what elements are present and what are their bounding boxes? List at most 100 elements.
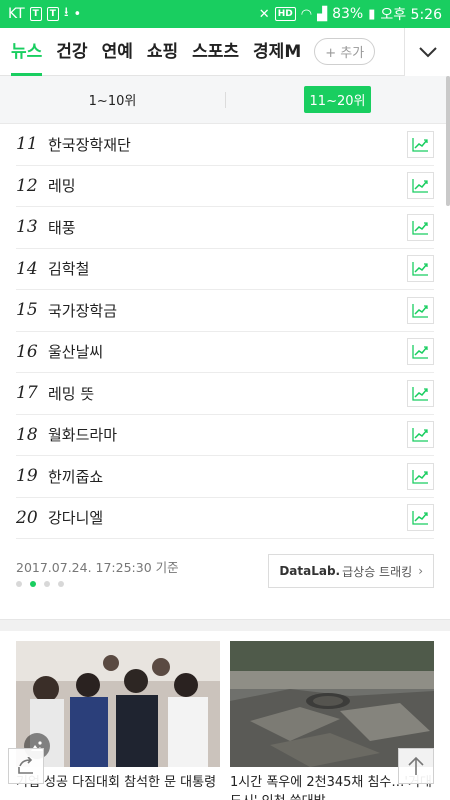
- trend-chart-button[interactable]: [407, 379, 434, 407]
- tab-entertainment[interactable]: 연예: [95, 28, 140, 76]
- arrow-up-icon: [408, 756, 424, 775]
- hd-icon: HD: [274, 7, 296, 21]
- category-tabs: 뉴스 건강 연예 쇼핑 스포츠 경제M + 추가: [0, 28, 450, 76]
- page-dot[interactable]: [30, 581, 36, 587]
- status-left: KT T T ⭳ •: [8, 3, 81, 25]
- trend-chart-button[interactable]: [407, 421, 434, 449]
- trend-icon: [412, 220, 428, 235]
- status-bar: KT T T ⭳ • ✕ HD ◠ ▟ 83% ▮ 오후 5:26: [0, 0, 450, 28]
- trend-icon: [412, 303, 428, 318]
- rank-number: 17: [16, 383, 38, 404]
- page-dot[interactable]: [58, 581, 64, 587]
- rank-range-toggle: 1~10위 11~20위: [0, 76, 450, 124]
- ranking-row[interactable]: 13 태풍: [16, 207, 434, 249]
- trend-chart-button[interactable]: [407, 504, 434, 532]
- tab-health[interactable]: 건강: [49, 28, 94, 76]
- clock: 오후 5:26: [380, 7, 442, 23]
- rank-keyword[interactable]: 월화드라마: [48, 424, 407, 445]
- page-dot[interactable]: [44, 581, 50, 587]
- rank-keyword[interactable]: 국가장학금: [48, 300, 407, 321]
- trend-chart-button[interactable]: [407, 296, 434, 324]
- share-icon: [18, 757, 33, 774]
- scroll-top-button[interactable]: [398, 748, 434, 784]
- trend-icon: [412, 262, 428, 276]
- trend-icon: [412, 137, 428, 152]
- download-icon: ⭳: [63, 5, 69, 20]
- ranking-list: 11 한국장학재단 12 레밍 13 태풍 14 김학철 15 국가장학금 16…: [0, 124, 450, 539]
- trend-icon: [412, 428, 428, 442]
- ranking-footer: 2017.07.24. 17:25:30 기준 DataLab. 급상승 트래킹…: [0, 539, 450, 605]
- news-photo[interactable]: [16, 641, 220, 767]
- section-divider: [0, 619, 450, 631]
- trend-icon: [412, 511, 428, 525]
- trend-chart-button[interactable]: [407, 338, 434, 366]
- rank-keyword[interactable]: 한국장학재단: [48, 134, 407, 155]
- ranking-row[interactable]: 20 강다니엘: [16, 498, 434, 539]
- range-divider: [225, 92, 226, 108]
- mute-icon: ✕: [258, 6, 270, 22]
- rank-keyword[interactable]: 한끼줍쇼: [48, 466, 407, 487]
- trend-chart-button[interactable]: [407, 213, 434, 241]
- rank-keyword[interactable]: 레밍: [48, 175, 407, 196]
- tab-economy[interactable]: 경제M: [246, 28, 308, 76]
- updated-timestamp: 2017.07.24. 17:25:30 기준: [16, 560, 179, 575]
- datalab-label: 급상승 트래킹: [342, 564, 413, 579]
- battery-icon: ▮: [368, 6, 376, 22]
- page-dot[interactable]: [16, 581, 22, 587]
- battery-percent: 83%: [332, 6, 364, 22]
- rank-number: 13: [16, 217, 38, 238]
- rank-keyword[interactable]: 김학철: [48, 258, 407, 279]
- carrier-label: KT: [8, 6, 25, 22]
- range-1-10-button[interactable]: 1~10위: [83, 86, 143, 113]
- rank-keyword[interactable]: 강다니엘: [48, 507, 407, 528]
- rank-number: 16: [16, 341, 38, 362]
- news-card[interactable]: 기업 성공 다짐대회 참석한 문 대통령: [16, 641, 220, 800]
- news-cards: 기업 성공 다짐대회 참석한 문 대통령 1시간 폭우에 2천345채 침수…'…: [0, 631, 450, 800]
- rank-number: 19: [16, 466, 38, 487]
- rank-keyword[interactable]: 레밍 뜻: [48, 383, 407, 404]
- trend-chart-button[interactable]: [407, 255, 434, 283]
- rank-number: 11: [16, 134, 38, 155]
- rank-keyword[interactable]: 울산날씨: [48, 341, 407, 362]
- ranking-row[interactable]: 16 울산날씨: [16, 332, 434, 373]
- page-indicator: [16, 581, 64, 587]
- rank-keyword[interactable]: 태풍: [48, 217, 407, 238]
- trend-chart-button[interactable]: [407, 172, 434, 200]
- trend-icon: [412, 179, 428, 193]
- share-button[interactable]: [8, 748, 44, 784]
- trend-chart-button[interactable]: [407, 462, 434, 490]
- notification-icon: T: [29, 7, 42, 21]
- notification-icon: T: [46, 7, 59, 21]
- expand-tabs-button[interactable]: [404, 28, 450, 76]
- rank-number: 15: [16, 300, 38, 321]
- ranking-row[interactable]: 18 월화드라마: [16, 415, 434, 456]
- scrollbar[interactable]: [446, 76, 450, 206]
- tab-news[interactable]: 뉴스: [4, 28, 49, 76]
- ranking-row[interactable]: 15 국가장학금: [16, 290, 434, 332]
- datalab-tracking-button[interactable]: DataLab. 급상승 트래킹 ›: [268, 554, 434, 588]
- trend-icon: [412, 386, 428, 401]
- rank-number: 12: [16, 175, 38, 196]
- tab-sports[interactable]: 스포츠: [185, 28, 246, 76]
- status-right: ✕ HD ◠ ▟ 83% ▮ 오후 5:26: [259, 4, 442, 24]
- datalab-logo: DataLab.: [279, 564, 341, 578]
- rank-number: 18: [16, 424, 38, 445]
- trend-icon: [412, 345, 428, 359]
- ranking-row[interactable]: 12 레밍: [16, 166, 434, 207]
- more-notifications-icon: •: [73, 6, 82, 22]
- news-caption[interactable]: 기업 성공 다짐대회 참석한 문 대통령: [16, 773, 220, 800]
- chevron-down-icon: [418, 47, 437, 58]
- trend-chart-button[interactable]: [407, 130, 434, 158]
- range-11-20-button[interactable]: 11~20위: [303, 86, 372, 113]
- ranking-row[interactable]: 11 한국장학재단: [16, 124, 434, 166]
- tab-shopping[interactable]: 쇼핑: [140, 28, 185, 76]
- ranking-row[interactable]: 19 한끼줍쇼: [16, 456, 434, 498]
- wifi-icon: ◠: [300, 6, 313, 22]
- trend-icon: [412, 469, 428, 484]
- ranking-row[interactable]: 14 김학철: [16, 249, 434, 290]
- ranking-row[interactable]: 17 레밍 뜻: [16, 373, 434, 415]
- signal-icon: ▟: [317, 6, 328, 22]
- add-category-button[interactable]: + 추가: [314, 38, 376, 65]
- chevron-right-icon: ›: [418, 564, 423, 578]
- rank-number: 20: [16, 507, 38, 528]
